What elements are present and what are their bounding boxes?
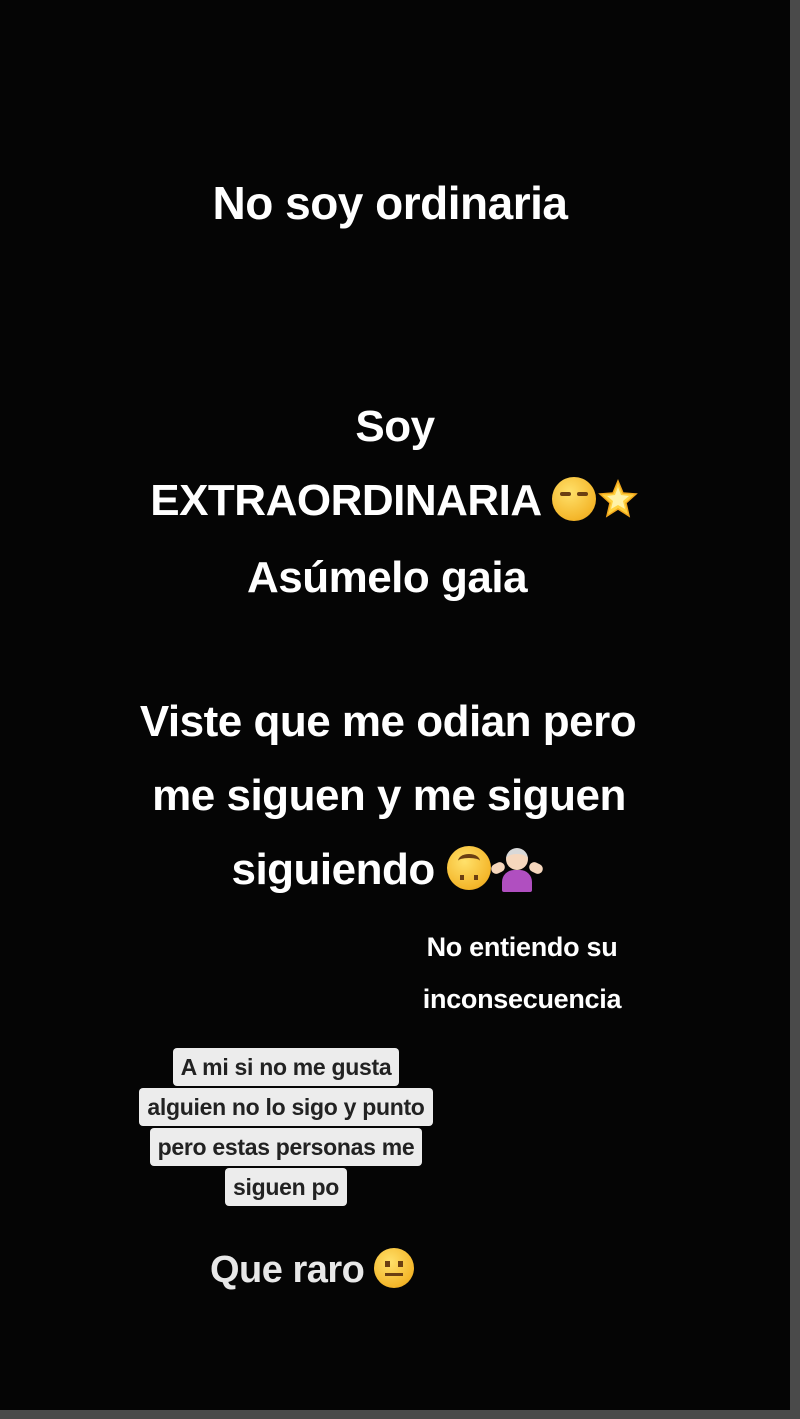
siguen-text: me siguen y me siguen xyxy=(152,771,626,820)
upside-down-face-icon xyxy=(446,846,491,890)
extraordinaria-line: EXTRAORDINARIA xyxy=(0,476,790,526)
boxed-caption: A mi si no me gusta alguien no lo sigo y… xyxy=(96,1048,476,1208)
extraordinaria-text: EXTRAORDINARIA xyxy=(150,476,541,525)
smirk-face-icon xyxy=(551,477,596,521)
boxed-caption-line: pero estas personas me xyxy=(149,1128,423,1166)
boxed-caption-line: siguen po xyxy=(225,1168,347,1206)
neutral-face-icon xyxy=(374,1248,415,1288)
caption-line: inconsecuencia xyxy=(422,984,622,1014)
siguiendo-text: siguiendo xyxy=(231,845,435,894)
asumelo-text: Asúmelo gaia xyxy=(246,553,528,602)
boxed-caption-line: A mi si no me gusta xyxy=(172,1048,400,1086)
glowing-star-icon xyxy=(597,479,638,518)
headline-text: No soy ordinaria xyxy=(212,177,568,229)
closing-text: Que raro xyxy=(210,1249,365,1291)
siguiendo-line: siguiendo xyxy=(0,845,782,895)
story-canvas: No soy ordinaria Soy EXTRAORDINARIA Asúm… xyxy=(0,0,790,1410)
closing-line: Que raro xyxy=(210,1248,460,1292)
soy-text: Soy xyxy=(355,402,435,451)
boxed-caption-line: alguien no lo sigo y punto xyxy=(139,1088,433,1126)
person-shrugging-icon xyxy=(489,846,544,892)
viste-text: Viste que me odian pero xyxy=(139,697,637,746)
caption-line: No entiendo su xyxy=(426,932,618,962)
caption-text: No entiendo su inconsecuencia xyxy=(376,921,668,1025)
